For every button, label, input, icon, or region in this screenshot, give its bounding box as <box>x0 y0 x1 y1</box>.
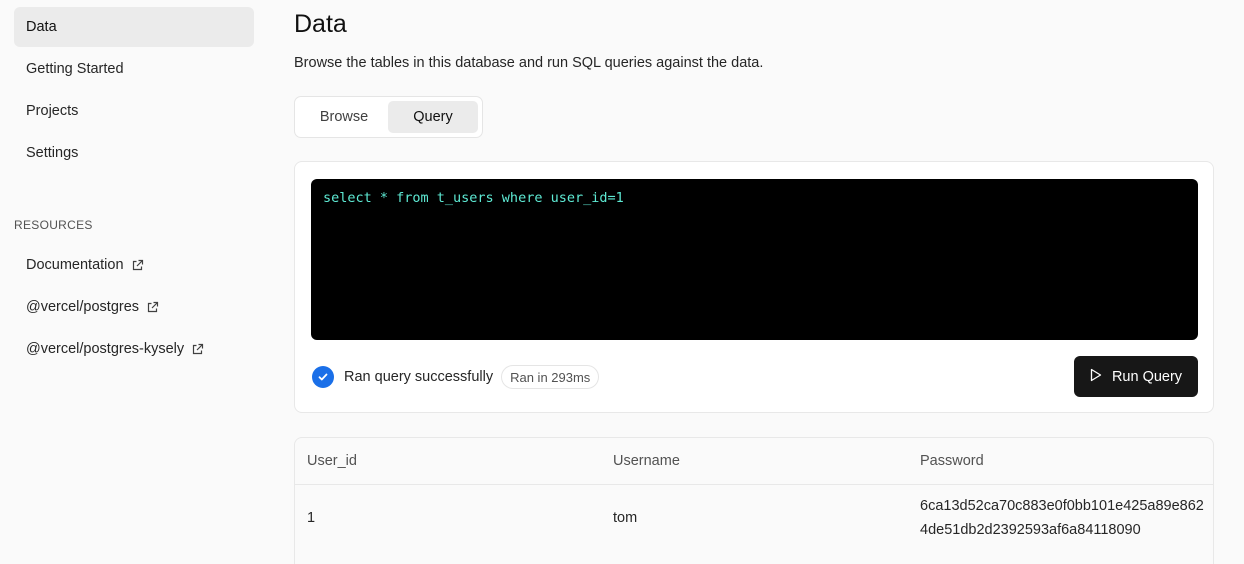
sidebar-item-label: Data <box>26 19 57 35</box>
play-icon <box>1090 368 1102 386</box>
status-text: Ran query successfully <box>344 369 494 385</box>
resource-link-label: @vercel/postgres-kysely <box>26 341 185 357</box>
cell-password: 6ca13d52ca70c883e0f0bb101e425a89e8624de5… <box>920 498 1204 538</box>
run-query-label: Run Query <box>1111 368 1183 385</box>
page-description: Browse the tables in this database and r… <box>294 55 764 71</box>
resource-link-label: Documentation <box>26 257 124 273</box>
sidebar-item-data[interactable]: Data <box>14 7 254 47</box>
query-card: select * from t_users where user_id=1 Ra… <box>294 161 1214 413</box>
resource-link-documentation[interactable]: Documentation <box>14 249 254 281</box>
resource-link-vercel-postgres-kysely[interactable]: @vercel/postgres-kysely <box>14 333 254 365</box>
cell-user-id: 1 <box>307 510 316 526</box>
sidebar-item-label: Getting Started <box>26 61 124 77</box>
sidebar-item-projects[interactable]: Projects <box>14 91 254 131</box>
sidebar: Data Getting Started Projects Settings R… <box>0 0 268 564</box>
column-header-user-id[interactable]: User_id <box>307 453 357 469</box>
tab-query[interactable]: Query <box>388 101 478 133</box>
resources-heading: RESOURCES <box>14 218 93 232</box>
query-status: Ran query successfully Ran in 293ms <box>312 365 600 389</box>
resource-link-vercel-postgres[interactable]: @vercel/postgres <box>14 291 254 323</box>
sidebar-item-getting-started[interactable]: Getting Started <box>14 49 254 89</box>
check-circle-icon <box>312 366 334 388</box>
table-header: User_id Username Password <box>295 438 1213 485</box>
external-link-icon <box>191 343 204 356</box>
external-link-icon <box>146 301 159 314</box>
sql-editor[interactable]: select * from t_users where user_id=1 <box>311 179 1198 340</box>
results-table: User_id Username Password 1 tom 6ca13d52… <box>294 437 1214 564</box>
tab-browse[interactable]: Browse <box>299 101 389 133</box>
column-header-password[interactable]: Password <box>920 453 984 469</box>
sidebar-item-settings[interactable]: Settings <box>14 133 254 173</box>
page-title: Data <box>294 10 347 38</box>
run-query-button[interactable]: Run Query <box>1074 356 1198 397</box>
query-time-badge: Ran in 293ms <box>501 365 600 389</box>
sidebar-item-label: Settings <box>26 145 79 161</box>
sidebar-item-label: Projects <box>26 103 79 119</box>
external-link-icon <box>131 259 144 272</box>
column-header-username[interactable]: Username <box>613 453 680 469</box>
cell-username: tom <box>613 510 638 526</box>
view-tabs: Browse Query <box>294 96 483 138</box>
resource-link-label: @vercel/postgres <box>26 299 140 315</box>
